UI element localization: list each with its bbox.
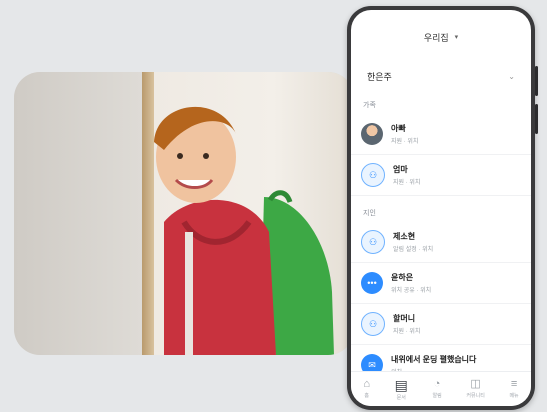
tab-label: 알림 xyxy=(432,393,442,399)
avatar xyxy=(361,123,383,145)
list-item[interactable]: 아빠 지원 · 위치 xyxy=(351,114,531,155)
section-label-family: 가족 xyxy=(363,102,376,109)
person-icon: ⚇ xyxy=(361,230,385,254)
contact-name: 아빠 xyxy=(391,124,406,133)
bottom-tab-bar: ⌂ 홈 ▤ 문서 ◔ 알림 ◫ 커뮤니티 ≡ 메뉴 xyxy=(351,371,531,406)
document-icon: ▤ xyxy=(394,376,408,393)
contact-subtitle: 지원 · 위치 xyxy=(393,329,421,335)
tab-home[interactable]: ⌂ 홈 xyxy=(363,378,370,400)
boy-illustration xyxy=(154,106,334,355)
list-item[interactable]: ⚇ 엄마 지원 · 위치 xyxy=(351,155,531,196)
selector-value: 한은주 xyxy=(367,71,392,82)
contact-subtitle: 위치 공유 · 위치 xyxy=(391,288,432,294)
chevron-down-icon: ▾ xyxy=(454,34,459,41)
tab-menu[interactable]: ≡ 메뉴 xyxy=(509,378,519,400)
hero-photo xyxy=(14,72,354,355)
list-item[interactable]: ••• 윤하은 위치 공유 · 위치 xyxy=(351,263,531,304)
bell-icon: ◔ xyxy=(433,378,441,390)
header-title: 우리집 xyxy=(423,32,449,43)
contact-name: 할머니 xyxy=(393,314,416,323)
chevron-down-icon: ⌄ xyxy=(508,71,515,81)
chat-icon: ••• xyxy=(361,272,383,294)
person-icon: ⚇ xyxy=(361,312,385,336)
contact-subtitle: 알림 설정 · 위치 xyxy=(393,247,434,253)
home-icon: ⌂ xyxy=(363,378,370,390)
tab-label: 문서 xyxy=(396,394,406,401)
contact-name: 엄마 xyxy=(393,165,408,174)
list-item[interactable]: ⚇ 제소현 알림 설정 · 위치 xyxy=(351,222,531,263)
tab-label: 메뉴 xyxy=(509,393,519,399)
eye-right xyxy=(203,153,209,159)
tab-alerts[interactable]: ◔ 알림 xyxy=(432,378,442,400)
person-icon: ⚇ xyxy=(361,163,385,187)
list-item[interactable]: ⚇ 할머니 지원 · 위치 xyxy=(351,304,531,345)
tab-label: 커뮤니티 xyxy=(466,393,485,399)
tab-label: 홈 xyxy=(364,393,369,399)
tab-community[interactable]: ◫ 커뮤니티 xyxy=(466,378,485,400)
contact-subtitle: 지원 · 위치 xyxy=(393,180,421,186)
phone-screen: 우리집 ▾ 한은주 ⌄ 가족 아빠 지원 · 위치 ⚇ 엄마 지원 · 위치 지… xyxy=(351,10,531,406)
power-button xyxy=(535,104,538,134)
chat-icon: ◫ xyxy=(470,378,481,390)
eye-left xyxy=(177,153,183,159)
section-label-friends: 지인 xyxy=(363,210,376,217)
member-selector[interactable]: 한은주 ⌄ xyxy=(361,64,521,88)
menu-icon: ≡ xyxy=(510,378,518,390)
hoodie-shape xyxy=(164,199,276,355)
contact-name: 내위에서 운딩 펼했습니다 xyxy=(391,355,477,364)
tab-document[interactable]: ▤ 문서 xyxy=(395,378,408,401)
app-header[interactable]: 우리집 ▾ xyxy=(351,10,531,64)
contact-subtitle: 지원 · 위치 xyxy=(391,139,419,145)
contact-name: 제소현 xyxy=(393,232,416,241)
phone-frame: 우리집 ▾ 한은주 ⌄ 가족 아빠 지원 · 위치 ⚇ 엄마 지원 · 위치 지… xyxy=(347,6,538,410)
volume-button xyxy=(535,66,538,96)
contact-name: 윤하은 xyxy=(391,273,414,282)
